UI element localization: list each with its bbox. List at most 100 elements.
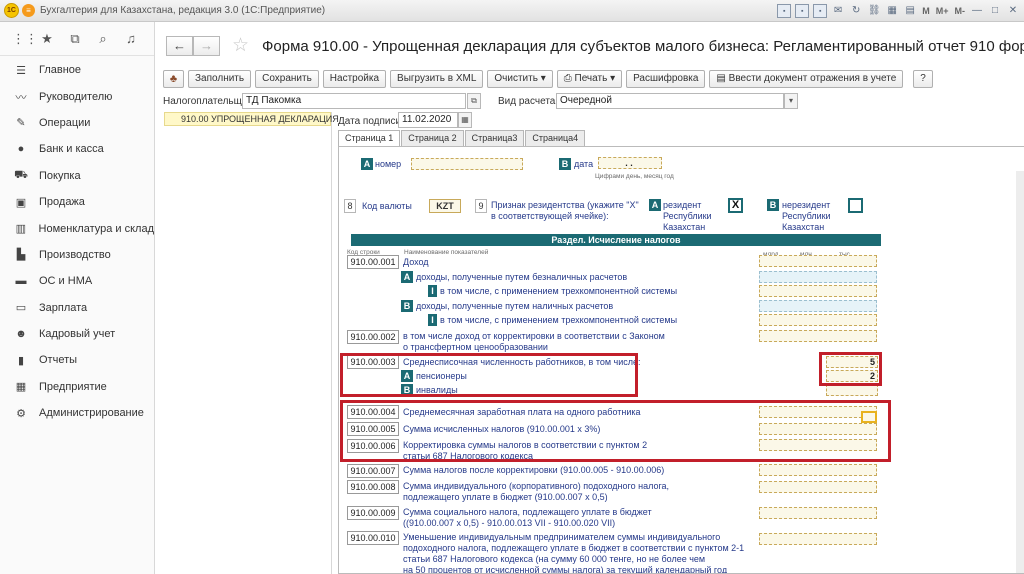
preview-icon[interactable]: ▪	[813, 4, 828, 18]
value-001b[interactable]	[759, 300, 877, 312]
restore-icon[interactable]: □	[988, 4, 1002, 18]
tree-item-declaration[interactable]: 910.00 УПРОЩЕННАЯ ДЕКЛАРАЦИЯ	[164, 112, 339, 126]
row-code-008: 910.00.008	[347, 480, 399, 494]
badge-b: B	[401, 300, 413, 312]
save-button[interactable]: Сохранить	[255, 70, 319, 88]
sidebar-item-label: Главное	[39, 64, 82, 77]
bag-icon: ▣	[15, 196, 27, 209]
help-button[interactable]: ?	[913, 70, 933, 88]
link-icon[interactable]: ⛓	[867, 4, 881, 18]
export-xml-button[interactable]: Выгрузить в XML	[390, 70, 484, 88]
favorites-star-icon[interactable]: ★	[40, 31, 54, 46]
mail-icon[interactable]: ✉	[831, 4, 845, 18]
sidebar-item-label: Покупка	[39, 169, 81, 182]
highlight-row-003	[340, 353, 638, 397]
tab-page-4[interactable]: Страница4	[525, 130, 586, 146]
nonresident-checkbox[interactable]	[848, 198, 863, 213]
row-name-001b: доходы, полученные путем наличных расчет…	[416, 301, 614, 311]
bell-icon[interactable]: ♫	[124, 31, 138, 46]
value-001a[interactable]	[759, 271, 877, 283]
badge-i: I	[428, 314, 437, 326]
sidebar-item-production[interactable]: ▙ Производство	[0, 242, 154, 268]
close-icon[interactable]: ✕	[1006, 4, 1020, 18]
enter-document-button[interactable]: ▤ Ввести документ отражения в учете	[709, 70, 904, 88]
sidebar-item-label: Банк и касса	[39, 143, 104, 156]
apps-grid-icon[interactable]: ⋮⋮	[12, 31, 38, 46]
sidebar-item-operations[interactable]: ✎ Операции	[0, 110, 154, 136]
sidebar-item-label: Операции	[39, 116, 91, 129]
resident-checkbox[interactable]: X	[728, 198, 743, 213]
sidebar-item-bank[interactable]: ● Банк и касса	[0, 136, 154, 162]
row-name-002-line2: о трансфертном ценообразовании	[403, 342, 548, 352]
main-menu-icon[interactable]: ≡	[22, 4, 35, 17]
currency-field[interactable]: KZT	[429, 199, 461, 213]
value-010[interactable]	[759, 533, 877, 545]
sidebar-item-stock[interactable]: ▥ Номенклатура и склад	[0, 215, 154, 241]
sidebar-item-assets[interactable]: ▬ ОС и НМА	[0, 268, 154, 294]
row-name-001: Доход	[403, 257, 429, 267]
history-nav: ← →	[166, 36, 220, 56]
fill-button[interactable]: Заполнить	[188, 70, 252, 88]
value-008[interactable]	[759, 481, 877, 493]
enter-document-label: Ввести документ отражения в учете	[728, 73, 897, 84]
calendar-icon[interactable]: ▦	[458, 112, 472, 128]
taxpayer-field[interactable]: ТД Пакомка	[242, 93, 466, 109]
value-001ai[interactable]	[759, 285, 877, 297]
vertical-scrollbar[interactable]	[1016, 171, 1024, 573]
date-hint: Цифрами день, месяц год	[595, 173, 674, 180]
back-button[interactable]: ←	[166, 36, 193, 56]
sidebar-item-admin[interactable]: ⚙ Администрирование	[0, 400, 154, 426]
report-settings-icon[interactable]: ♣	[163, 70, 184, 88]
history-icon[interactable]: ↻	[849, 4, 863, 18]
memory-m-button[interactable]: M	[921, 4, 931, 18]
chevron-down-icon[interactable]: ▾	[784, 93, 798, 109]
sidebar-item-label: Зарплата	[39, 301, 88, 314]
value-001bi[interactable]	[759, 314, 877, 326]
print-button[interactable]: ⎙ Печать ▾	[556, 70, 623, 88]
form-window: ← → ☆ Форма 910.00 - Упрощенная декларац…	[156, 22, 1024, 574]
calculator-icon[interactable]: ▤	[903, 4, 917, 18]
calendar-icon[interactable]: ▦	[885, 4, 899, 18]
decode-button[interactable]: Расшифровка	[626, 70, 706, 88]
sidebar-item-hr[interactable]: ☻ Кадровый учет	[0, 321, 154, 347]
settings-button[interactable]: Настройка	[322, 70, 387, 88]
minimize-icon[interactable]: —	[970, 4, 984, 18]
sidebar-item-sales[interactable]: ▣ Продажа	[0, 189, 154, 215]
row-code-010: 910.00.010	[347, 531, 399, 545]
value-001[interactable]	[759, 255, 877, 267]
badge-a: A	[361, 158, 373, 170]
open-taxpayer-icon[interactable]: ⧉	[467, 93, 481, 109]
sidebar-item-label: Администрирование	[39, 407, 144, 420]
page-title: Форма 910.00 - Упрощенная декларация для…	[262, 38, 1024, 55]
forward-button[interactable]: →	[193, 36, 220, 56]
sidebar-item-director[interactable]: 〰 Руководителю	[0, 83, 154, 109]
row-name-007: Сумма налогов после корректировки (910.0…	[403, 465, 665, 475]
sidebar-item-main[interactable]: ☰ Главное	[0, 57, 154, 83]
value-009[interactable]	[759, 507, 877, 519]
cart-icon: ⛟	[14, 168, 28, 181]
clear-button[interactable]: Очистить ▾	[487, 70, 553, 88]
value-002[interactable]	[759, 330, 877, 342]
sidebar-item-salary[interactable]: ▭ Зарплата	[0, 295, 154, 321]
save-icon[interactable]: ▪	[777, 4, 792, 18]
report-bars-icon: ▮	[17, 354, 25, 367]
memory-plus-button[interactable]: M+	[935, 4, 950, 18]
favorite-star-icon[interactable]: ☆	[232, 34, 249, 57]
row-name-009-line2: ((910.00.007 х 0,5) - 910.00.013 VII - 9…	[403, 518, 616, 528]
sidebar-item-enterprise[interactable]: ▦ Предприятие	[0, 374, 154, 400]
tab-page-1[interactable]: Страница 1	[338, 130, 401, 147]
number-input[interactable]	[411, 158, 523, 170]
calc-type-select[interactable]: Очередной	[556, 93, 784, 109]
date-input[interactable]: . .	[598, 157, 662, 169]
print-icon[interactable]: ▪	[795, 4, 810, 18]
search-icon[interactable]: ⌕	[96, 31, 110, 46]
history-icon[interactable]: ⧉	[68, 31, 82, 46]
memory-minus-button[interactable]: M-	[954, 4, 967, 18]
tab-page-3[interactable]: Страница3	[464, 130, 525, 146]
value-007[interactable]	[759, 464, 877, 476]
taxpayer-label: Налогоплательщик:	[163, 96, 255, 107]
sign-date-field[interactable]: 11.02.2020	[398, 112, 458, 128]
sidebar-item-reports[interactable]: ▮ Отчеты	[0, 347, 154, 373]
sidebar-item-purchase[interactable]: ⛟ Покупка	[0, 163, 154, 189]
tab-page-2[interactable]: Страница 2	[401, 130, 464, 146]
